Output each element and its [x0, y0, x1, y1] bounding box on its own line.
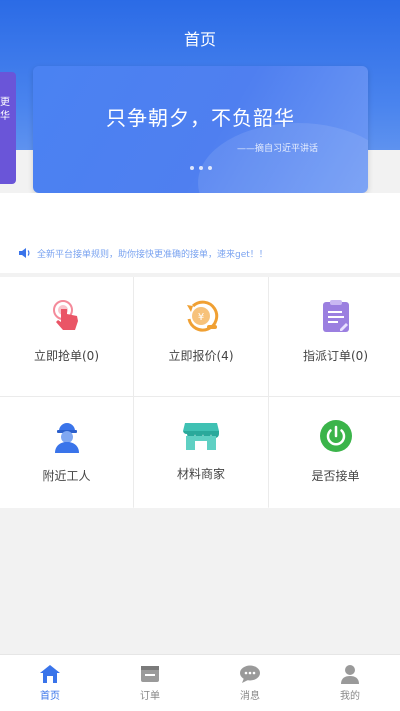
tile-label: 立即报价(4)	[168, 349, 234, 363]
worker-icon	[54, 423, 79, 453]
bottom-tab-bar: 首页 订单 消息 我的	[0, 654, 400, 711]
side-banner-card[interactable]: 更 华	[0, 72, 16, 184]
tile-label: 是否接单	[311, 469, 360, 483]
hand-tap-icon	[52, 300, 78, 330]
user-icon	[341, 665, 359, 684]
notice-bar[interactable]: 全新平台接单规则，助你接快更准确的接单，速来get！！	[18, 243, 388, 263]
power-toggle-icon	[319, 420, 352, 452]
carousel-dot	[189, 166, 194, 170]
accept-orders-tile[interactable]: 是否接单	[269, 397, 400, 508]
feature-grid: 立即抢单(0) ¥ 立即报价(4) 指派订单(0) 附近工人 材料商家 是否接单	[0, 277, 400, 508]
assigned-order-tile[interactable]: 指派订单(0)	[269, 277, 400, 396]
tile-label: 附近工人	[42, 469, 91, 483]
tab-profile[interactable]: 我的	[300, 664, 400, 702]
clipboard-icon	[322, 300, 349, 332]
carousel-dots	[33, 166, 368, 170]
tab-home[interactable]: 首页	[0, 664, 100, 702]
notice-text: 全新平台接单规则，助你接快更准确的接单，速来get！！	[37, 249, 268, 260]
page-title: 首页	[183, 30, 216, 49]
nearby-workers-tile[interactable]: 附近工人	[0, 397, 133, 508]
carousel-dot	[198, 166, 203, 170]
tab-label: 订单	[140, 691, 160, 702]
quote-coin-icon: ¥	[187, 300, 219, 332]
home-icon	[40, 665, 60, 683]
speaker-icon	[19, 248, 30, 258]
carousel-dot	[207, 166, 212, 170]
banner-subline: ——摘自习近平讲话	[236, 144, 318, 154]
banner-carousel[interactable]: 只争朝夕，不负韶华 ——摘自习近平讲话	[33, 66, 368, 193]
order-icon	[141, 666, 159, 682]
grab-order-tile[interactable]: 立即抢单(0)	[0, 277, 133, 396]
banner-headline: 只争朝夕，不负韶华	[106, 106, 295, 130]
side-card-text: 更 华	[0, 97, 10, 122]
chat-icon	[240, 665, 260, 683]
tab-label: 我的	[340, 691, 360, 702]
tab-label: 首页	[40, 691, 60, 702]
tab-orders[interactable]: 订单	[100, 664, 200, 702]
material-merchant-tile[interactable]: 材料商家	[134, 397, 268, 508]
tab-messages[interactable]: 消息	[200, 664, 300, 702]
tile-label: 立即抢单(0)	[34, 349, 99, 363]
tile-label: 材料商家	[176, 467, 225, 481]
store-icon	[183, 423, 219, 450]
quote-now-tile[interactable]: ¥ 立即报价(4)	[134, 277, 268, 396]
tile-label: 指派订单(0)	[303, 349, 368, 363]
tab-label: 消息	[240, 691, 260, 702]
svg-text:¥: ¥	[198, 312, 204, 323]
